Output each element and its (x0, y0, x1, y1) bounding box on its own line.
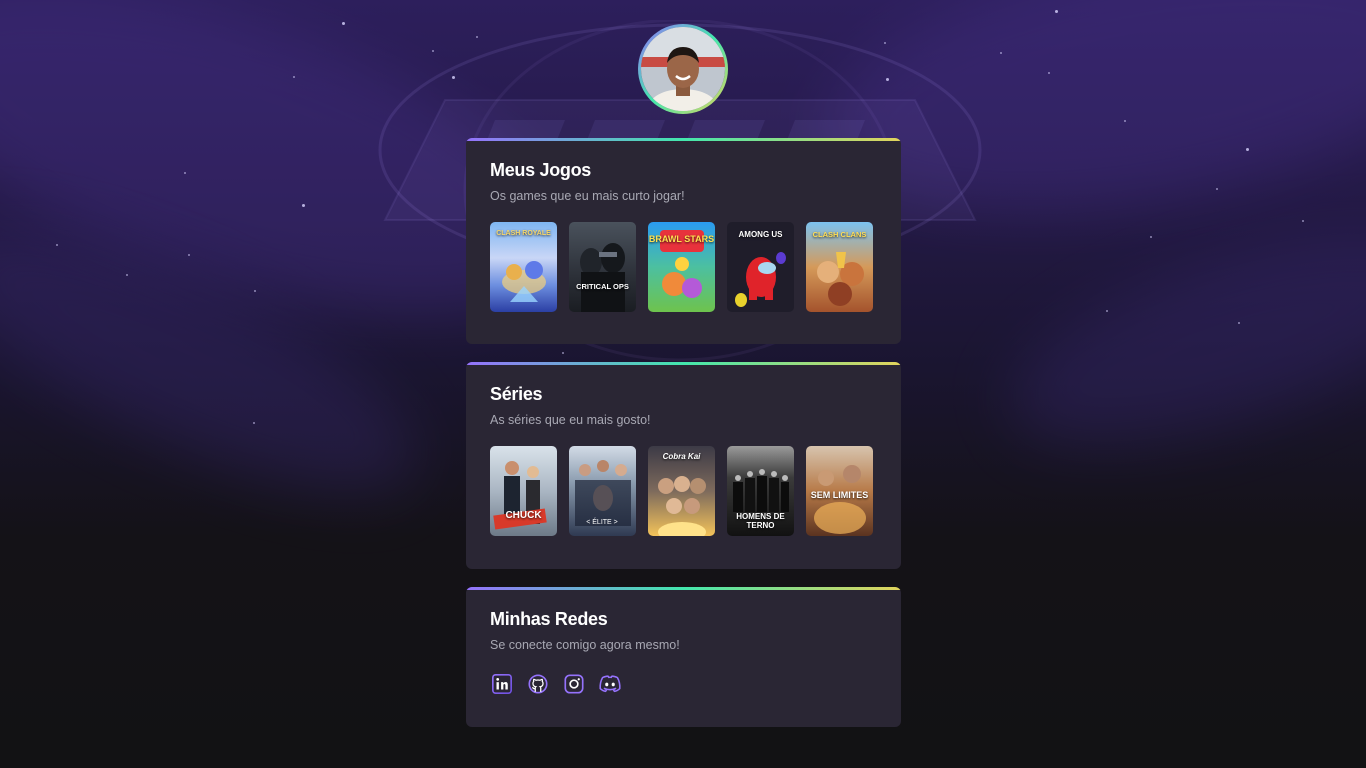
social-links (490, 672, 877, 696)
series-card: Séries As séries que eu mais gosto! CHUC… (466, 362, 901, 569)
linkedin-icon[interactable] (490, 672, 514, 696)
series-sem-limites[interactable]: SEM LIMITES (806, 446, 873, 536)
game-caption: CLASH ROYALE (496, 230, 551, 237)
games-card: Meus Jogos Os games que eu mais curto jo… (466, 138, 901, 344)
game-caption: AMONG US (738, 230, 783, 239)
svg-text:< ÉLITE >: < ÉLITE > (586, 517, 618, 526)
series-caption: HOMENS DE TERNO (736, 512, 785, 530)
series-caption: CHUCK (505, 510, 542, 521)
game-among-us[interactable]: AMONG US (727, 222, 794, 312)
game-critical-ops[interactable]: CRITICAL OPS (569, 222, 636, 312)
series-elite[interactable]: < ÉLITE > (569, 446, 636, 536)
series-homens-de-terno[interactable]: HOMENS DE TERNO (727, 446, 794, 536)
game-brawl-stars[interactable]: BRAWL STARS (648, 222, 715, 312)
networks-card: Minhas Redes Se conecte comigo agora mes… (466, 587, 901, 727)
series-title: Séries (490, 384, 543, 404)
games-title: Meus Jogos (490, 160, 592, 180)
avatar (638, 24, 728, 114)
series-subtitle: As séries que eu mais gosto! (490, 413, 651, 427)
game-caption: BRAWL STARS (648, 234, 715, 244)
game-caption: CRITICAL OPS (576, 282, 629, 291)
game-caption: CLASH CLANS (812, 230, 867, 239)
networks-subtitle: Se conecte comigo agora mesmo! (490, 638, 680, 652)
discord-icon[interactable] (598, 672, 622, 696)
avatar-photo (641, 27, 725, 111)
game-clash-of-clans[interactable]: CLASH CLANS (806, 222, 873, 312)
series-cobra-kai[interactable]: Cobra Kai (648, 446, 715, 536)
series-caption: SEM LIMITES (810, 490, 869, 500)
instagram-icon[interactable] (562, 672, 586, 696)
series-caption: Cobra Kai (662, 452, 701, 461)
games-list: CLASH ROYALE CRITICAL OPS BRAWL STARS AM… (490, 222, 877, 312)
series-chuck[interactable]: CHUCK (490, 446, 557, 536)
networks-title: Minhas Redes (490, 609, 608, 629)
github-icon[interactable] (526, 672, 550, 696)
games-subtitle: Os games que eu mais curto jogar! (490, 189, 685, 203)
series-list: CHUCK < ÉLITE > Cobra Kai HOMENS DE TERN… (490, 446, 877, 536)
game-clash-royale[interactable]: CLASH ROYALE (490, 222, 557, 312)
